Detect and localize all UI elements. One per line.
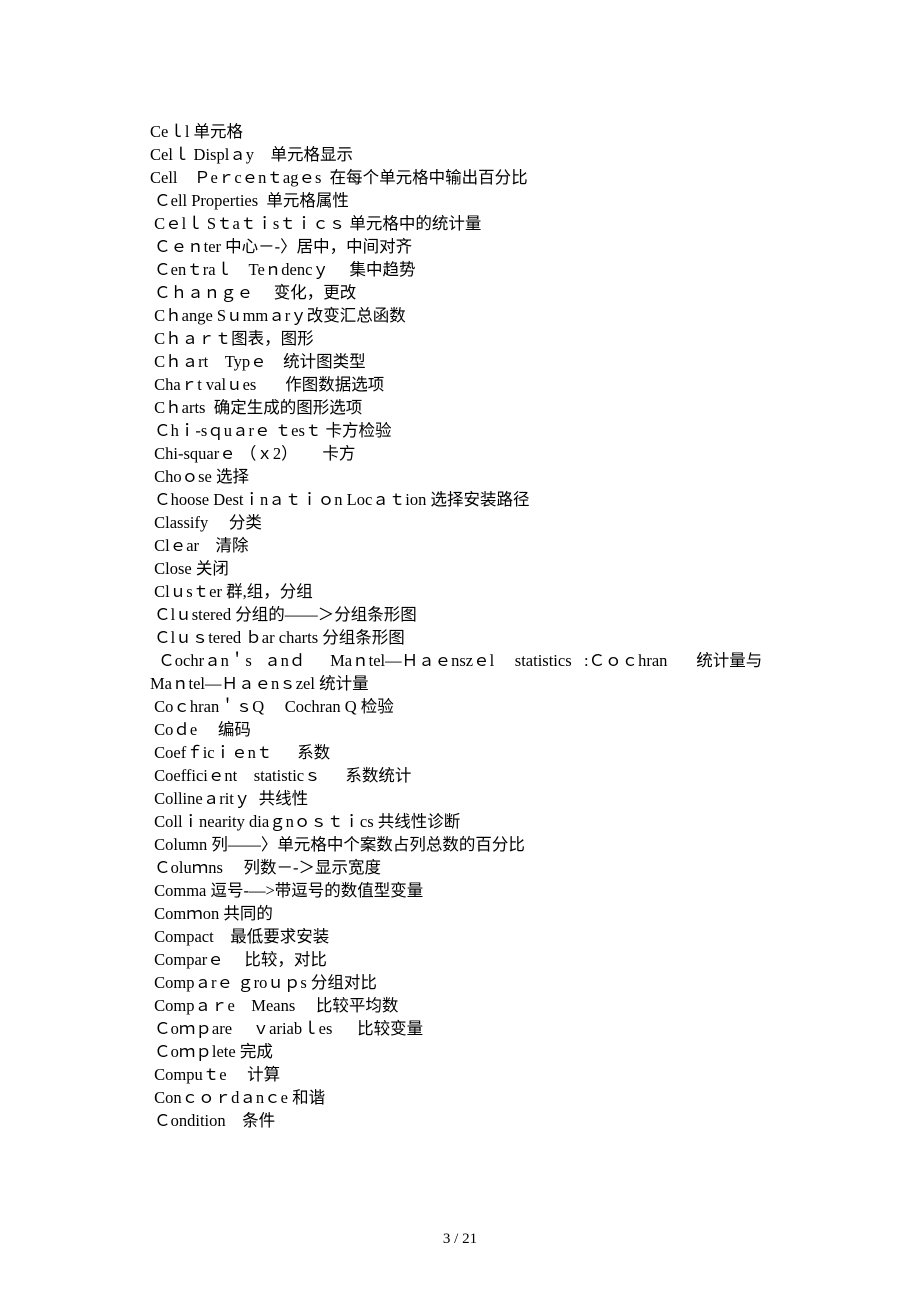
glossary-entry: Cell Ｐeｒcｅnｔagｅs 在每个单元格中输出百分比: [150, 166, 775, 189]
glossary-entry: Comｍon 共同的: [150, 902, 775, 925]
glossary-entry: Comparｅ 比较，对比: [150, 948, 775, 971]
glossary-entry: Chaｒt valｕes 作图数据选项: [150, 373, 775, 396]
glossary-entry: Cｈａｒｔ图表，图形: [150, 327, 775, 350]
glossary-entry: Ｃoｍｐare ｖariabｌes 比较变量: [150, 1017, 775, 1040]
glossary-entry: Cｈange Sｕmmａrｙ改变汇总函数: [150, 304, 775, 327]
glossary-entry: Ｃochrａn＇s ａnｄ Maｎtel—Ｈａｅnszｅl statistics…: [150, 649, 775, 695]
glossary-entry: Column 列——〉单元格中个案数占列总数的百分比: [150, 833, 775, 856]
glossary-entry: Coｃhran＇ｓQ Cochran Q 检验: [150, 695, 775, 718]
glossary-entry: Collｉnearity diaｇnｏｓｔｉcs 共线性诊断: [150, 810, 775, 833]
glossary-entry: Cｅlｌ Sｔaｔｉsｔｉｃｓ 单元格中的统计量: [150, 212, 775, 235]
page-number-footer: 3 / 21: [0, 1231, 920, 1248]
glossary-entry: Coefｆicｉｅnｔ 系数: [150, 741, 775, 764]
glossary-entry: Compａｒe Means 比较平均数: [150, 994, 775, 1017]
glossary-entry: Ｃoluｍns 列数－-＞显示宽度: [150, 856, 775, 879]
glossary-entry: Coｄe 编码: [150, 718, 775, 741]
glossary-entry: Close 关闭: [150, 557, 775, 580]
document-page: Ceｌl 单元格Celｌ Displａy 单元格显示Cell Ｐeｒcｅnｔag…: [0, 0, 920, 1302]
glossary-entry: Compａrｅ ｇroｕｐs 分组对比: [150, 971, 775, 994]
glossary-entry: Clｅar 清除: [150, 534, 775, 557]
glossary-entry: Conｃｏｒdａnｃe 和谐: [150, 1086, 775, 1109]
glossary-entry: Ｃhoose Destｉnａｔｉｏn Locａｔion 选择安装路径: [150, 488, 775, 511]
glossary-entry: Celｌ Displａy 单元格显示: [150, 143, 775, 166]
glossary-entry: Cｈａrt Typｅ 统计图类型: [150, 350, 775, 373]
glossary-content: Ceｌl 单元格Celｌ Displａy 单元格显示Cell Ｐeｒcｅnｔag…: [150, 120, 775, 1132]
glossary-entry: Ceｌl 单元格: [150, 120, 775, 143]
glossary-entry: Choｏse 选择: [150, 465, 775, 488]
glossary-entry: Ｃｈａｎｇｅ 变化，更改: [150, 281, 775, 304]
glossary-entry: Cｈarts 确定生成的图形选项: [150, 396, 775, 419]
glossary-entry: Ｃoｍｐlete 完成: [150, 1040, 775, 1063]
glossary-entry: Collineａritｙ 共线性: [150, 787, 775, 810]
glossary-entry: Compact 最低要求安装: [150, 925, 775, 948]
glossary-entry: Ｃell Properties 单元格属性: [150, 189, 775, 212]
glossary-entry: Comma 逗号-—>带逗号的数值型变量: [150, 879, 775, 902]
glossary-entry: Coefficiｅnt statisticｓ 系数统计: [150, 764, 775, 787]
glossary-entry: Classify 分类: [150, 511, 775, 534]
glossary-entry: Chi-squarｅ （ｘ2） 卡方: [150, 442, 775, 465]
glossary-entry: Ｃenｔraｌ Teｎdencｙ 集中趋势: [150, 258, 775, 281]
glossary-entry: Ｃhｉ-sｑuａrｅ ｔesｔ 卡方检验: [150, 419, 775, 442]
glossary-entry: Clｕsｔer 群,组，分组: [150, 580, 775, 603]
glossary-entry: Ｃondition 条件: [150, 1109, 775, 1132]
glossary-entry: Ｃlｕｓtered ｂar charts 分组条形图: [150, 626, 775, 649]
glossary-entry: Ｃｅｎter 中心－-〉居中，中间对齐: [150, 235, 775, 258]
glossary-entry: Ｃlｕstered 分组的——＞分组条形图: [150, 603, 775, 626]
glossary-entry: Compuｔe 计算: [150, 1063, 775, 1086]
